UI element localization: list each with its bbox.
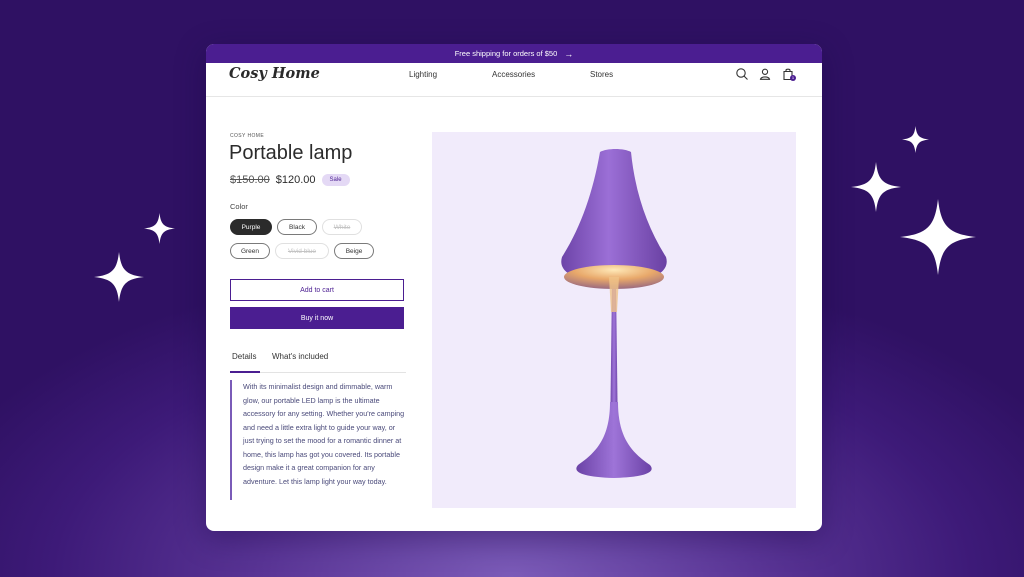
product-description: With its minimalist design and dimmable,… xyxy=(230,380,406,500)
arrow-right-icon: → xyxy=(564,48,574,59)
buy-now-button[interactable]: Buy it now xyxy=(230,307,404,329)
original-price: $150.00 xyxy=(230,174,270,186)
nav-link-stores[interactable]: Stores xyxy=(590,70,613,79)
product-vendor: COSY HOME xyxy=(230,133,265,139)
product-tabs: Details What's included xyxy=(230,352,406,373)
color-option-purple[interactable]: Purple xyxy=(230,219,272,235)
product-image xyxy=(432,132,796,508)
color-option-beige[interactable]: Beige xyxy=(334,243,374,259)
announcement-bar[interactable]: Free shipping for orders of $50 → xyxy=(206,44,822,63)
sparkle-icon xyxy=(144,213,175,244)
color-label: Color xyxy=(230,202,248,211)
price-row: $150.00 $120.00 Sale xyxy=(230,174,350,186)
cart-count-badge: 1 xyxy=(790,75,796,81)
account-icon[interactable] xyxy=(758,67,772,81)
nav-link-lighting[interactable]: Lighting xyxy=(409,70,437,79)
sparkle-icon xyxy=(900,199,976,275)
sale-badge: Sale xyxy=(321,174,350,186)
store-logo[interactable]: Cosy Home xyxy=(229,65,320,82)
nav-link-accessories[interactable]: Accessories xyxy=(492,70,535,79)
tab-whats-included[interactable]: What's included xyxy=(272,352,328,371)
sale-price: $120.00 xyxy=(275,174,316,186)
tab-details[interactable]: Details xyxy=(230,352,260,373)
store-window: Free shipping for orders of $50 → Cosy H… xyxy=(206,44,822,531)
sparkle-icon xyxy=(94,252,144,302)
color-option-white[interactable]: White xyxy=(322,219,362,235)
search-icon[interactable] xyxy=(735,67,749,81)
sparkle-icon xyxy=(902,126,929,153)
announcement-text: Free shipping for orders of $50 xyxy=(454,49,558,58)
color-option-vivid-blue[interactable]: Vivid blue xyxy=(275,243,329,259)
lamp-image xyxy=(561,149,667,478)
color-option-black[interactable]: Black xyxy=(277,219,317,235)
product-title: Portable lamp xyxy=(229,142,353,164)
product-section: COSY HOME Portable lamp $150.00 $120.00 … xyxy=(206,96,822,531)
sparkle-icon xyxy=(851,162,901,212)
add-to-cart-button[interactable]: Add to cart xyxy=(230,279,404,301)
color-option-green[interactable]: Green xyxy=(230,243,270,259)
site-header: Cosy Home Lighting Accessories Stores 1 xyxy=(206,63,822,97)
cart-button[interactable]: 1 xyxy=(781,67,796,81)
